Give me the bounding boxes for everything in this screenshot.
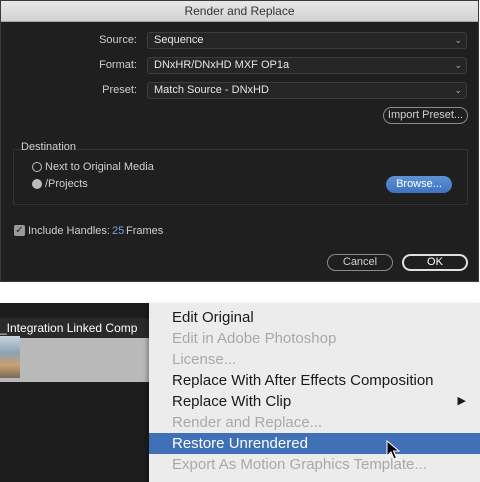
include-handles-label: Include Handles: bbox=[28, 225, 110, 237]
radio-next-to-original[interactable] bbox=[32, 162, 42, 172]
clip-thumbnail bbox=[0, 336, 20, 378]
preset-label: Preset: bbox=[102, 84, 137, 96]
ok-button[interactable]: OK bbox=[402, 254, 468, 271]
context-menu: Edit Original Edit in Adobe Photoshop Li… bbox=[149, 303, 480, 482]
handles-unit: Frames bbox=[126, 225, 164, 237]
chevron-down-icon: ⌄ bbox=[454, 35, 462, 45]
clip-title: _Integration Linked Comp bbox=[0, 318, 160, 338]
menu-item-edit-original[interactable]: Edit Original bbox=[149, 307, 480, 328]
radio-projects-label: /Projects bbox=[45, 178, 88, 190]
render-and-replace-dialog: Render and Replace Source: Sequence ⌄ Fo… bbox=[0, 0, 479, 282]
mouse-pointer-icon bbox=[386, 440, 400, 460]
preset-value: Match Source - DNxHD bbox=[154, 84, 269, 96]
menu-item-replace-with-ae-comp[interactable]: Replace With After Effects Composition bbox=[149, 370, 480, 391]
preset-select[interactable]: Match Source - DNxHD ⌄ bbox=[147, 82, 467, 99]
dialog-title: Render and Replace bbox=[1, 1, 478, 22]
menu-item-edit-in-photoshop: Edit in Adobe Photoshop bbox=[172, 330, 337, 347]
source-label: Source: bbox=[99, 34, 137, 46]
menu-item-replace-with-clip-label: Replace With Clip bbox=[172, 393, 292, 410]
handles-value[interactable]: 25 bbox=[112, 225, 124, 237]
menu-item-render-and-replace: Render and Replace... bbox=[172, 414, 323, 431]
destination-label: Destination bbox=[21, 141, 77, 153]
submenu-arrow-icon: ▶ bbox=[457, 395, 466, 407]
import-preset-button[interactable]: Import Preset... bbox=[383, 107, 468, 124]
cancel-button[interactable]: Cancel bbox=[327, 254, 393, 271]
include-handles-checkbox[interactable]: ✓ bbox=[14, 225, 25, 236]
format-value: DNxHR/DNxHD MXF OP1a bbox=[154, 59, 290, 71]
menu-item-license: License... bbox=[172, 351, 237, 368]
menu-item-export-mogrt: Export As Motion Graphics Template... bbox=[172, 456, 427, 473]
format-label: Format: bbox=[99, 59, 137, 71]
browse-button[interactable]: Browse... bbox=[386, 176, 452, 193]
radio-projects[interactable] bbox=[32, 179, 42, 189]
source-value: Sequence bbox=[154, 34, 204, 46]
format-select[interactable]: DNxHR/DNxHD MXF OP1a ⌄ bbox=[147, 57, 467, 74]
menu-item-restore-unrendered[interactable]: Restore Unrendered bbox=[149, 433, 480, 454]
source-select[interactable]: Sequence ⌄ bbox=[147, 32, 467, 49]
chevron-down-icon: ⌄ bbox=[454, 85, 462, 95]
chevron-down-icon: ⌄ bbox=[454, 60, 462, 70]
radio-next-to-original-label: Next to Original Media bbox=[45, 161, 154, 173]
menu-item-replace-with-clip[interactable]: Replace With Clip ▶ bbox=[149, 391, 480, 412]
clip-body[interactable] bbox=[0, 338, 160, 382]
